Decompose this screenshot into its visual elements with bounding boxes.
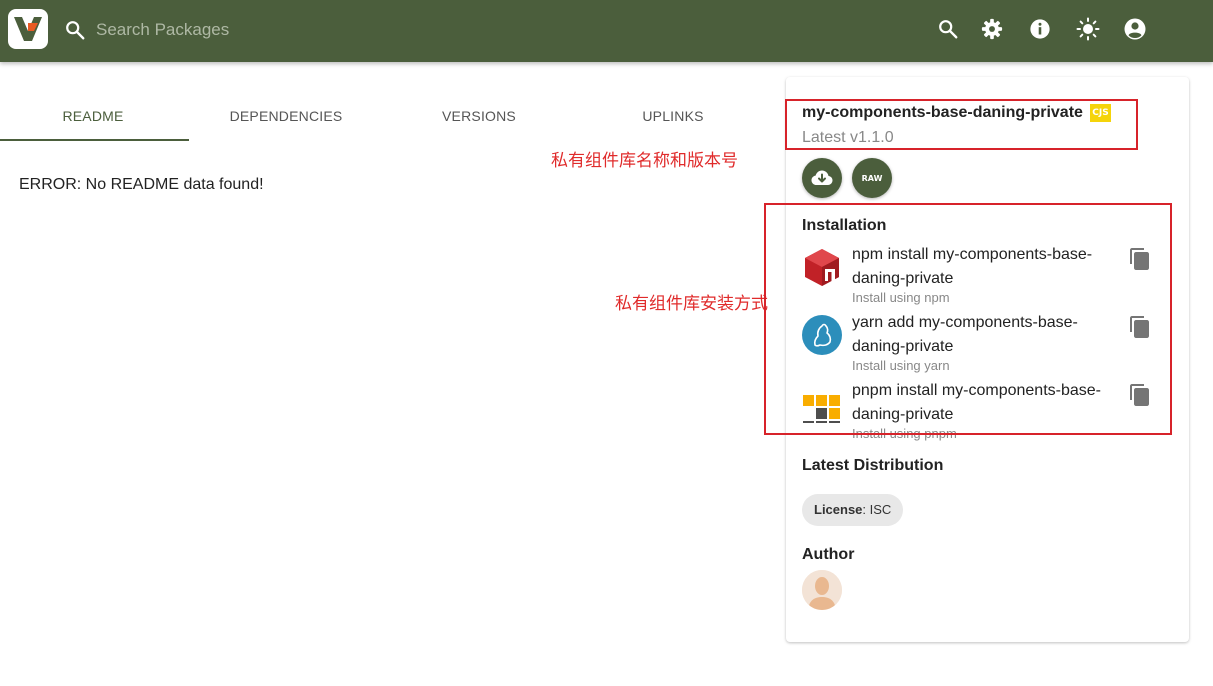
theme-toggle-button[interactable] xyxy=(1075,16,1101,42)
theme-sun-icon xyxy=(1076,17,1100,41)
annotation-box-name-version xyxy=(785,99,1138,150)
annotation-box-install xyxy=(764,203,1172,435)
info-button[interactable] xyxy=(1027,16,1053,42)
author-avatar[interactable] xyxy=(802,570,842,610)
distribution-title: Latest Distribution xyxy=(802,457,944,474)
avatar-icon xyxy=(802,570,842,610)
cloud-download-icon xyxy=(811,170,833,185)
tab-uplinks[interactable]: UPLINKS xyxy=(580,92,766,141)
active-tab-indicator xyxy=(0,139,189,141)
tab-dependencies[interactable]: DEPENDENCIES xyxy=(193,92,379,141)
account-icon xyxy=(1124,18,1146,40)
settings-button[interactable] xyxy=(979,16,1005,42)
search-input[interactable] xyxy=(96,16,496,44)
search-icon xyxy=(66,21,85,40)
verdaccio-logo[interactable] xyxy=(8,9,48,49)
top-app-bar xyxy=(0,0,1213,62)
license-label: License xyxy=(814,502,863,517)
tab-readme[interactable]: README xyxy=(0,92,186,141)
raw-label: RAW xyxy=(861,173,883,183)
raw-manifest-button[interactable]: RAW xyxy=(852,158,892,198)
account-button[interactable] xyxy=(1122,16,1148,42)
annotation-install: 私有组件库安装方式 xyxy=(615,294,768,314)
readme-error-message: ERROR: No README data found! xyxy=(19,176,264,193)
license-value: : ISC xyxy=(862,502,892,517)
info-icon xyxy=(1030,19,1050,39)
search-icon xyxy=(939,20,958,39)
search-button[interactable] xyxy=(935,16,961,42)
gear-icon xyxy=(981,18,1003,40)
logo-icon xyxy=(14,17,42,41)
download-tarball-button[interactable] xyxy=(802,158,842,198)
annotation-name-version: 私有组件库名称和版本号 xyxy=(551,151,738,171)
tab-versions[interactable]: VERSIONS xyxy=(386,92,572,141)
author-title: Author xyxy=(802,546,855,563)
package-tabs: README DEPENDENCIES VERSIONS UPLINKS xyxy=(0,92,770,141)
license-chip: License: ISC xyxy=(802,494,904,526)
